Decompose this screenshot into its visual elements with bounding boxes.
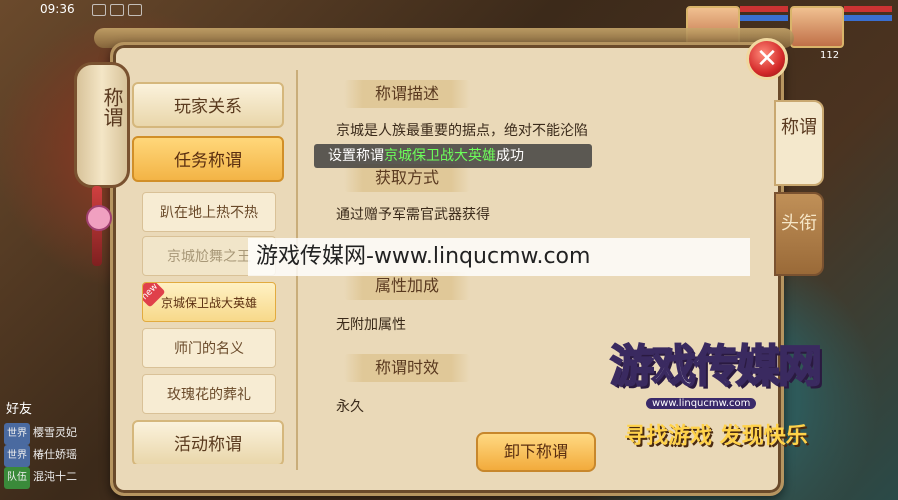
status-icons [92,3,148,16]
close-icon: ✕ [756,44,778,74]
chat-channel-tag: 世界 [4,423,30,445]
notification-icon [110,4,124,16]
player-hp-bar [740,6,788,12]
title-description-text: 京城是人族最重要的据点，绝对不能沦陷 [336,123,588,139]
pet-level: 112 [820,50,840,61]
toast-title-name: 京城保卫战大英雄 [384,148,496,164]
pet-portrait[interactable] [790,6,844,48]
pet-hp-bar [844,6,892,12]
logo-slogan: 寻找游戏 发现快乐 [624,424,808,449]
category-event-titles[interactable]: 活动称谓 [132,420,284,464]
logo-url: www.linqucmw.com [646,398,757,409]
chat-text: 混沌十二 [33,470,77,483]
clock: 09:36 [40,2,75,16]
pet-mp-bar [844,15,892,21]
unequip-title-button[interactable]: 卸下称谓 [476,432,596,472]
title-item[interactable]: 师门的名义 [142,328,276,368]
section-title-attributes: 属性加成 [344,272,470,300]
tab-titles[interactable]: 称谓 [774,100,824,186]
section-title-duration: 称谓时效 [344,354,470,382]
success-toast: 设置称谓京城保卫战大英雄成功 [314,144,592,168]
knot-decoration [86,205,112,231]
toast-suffix: 成功 [496,148,524,164]
chat-line: 世界 樱雪灵妃 [4,422,104,445]
chat-channel-tag: 世界 [4,445,30,467]
chat-panel[interactable]: 世界 樱雪灵妃 世界 椿仕娇瑶 队伍 混沌十二 [4,422,104,489]
section-title-description: 称谓描述 [344,80,470,108]
chat-channel-tag: 队伍 [4,467,30,489]
watermark-banner: 游戏传媒网-www.linqucmw.com [256,244,591,269]
close-button[interactable]: ✕ [746,38,788,80]
title-item[interactable]: 玫瑰花的葬礼 [142,374,276,414]
obtain-method-text: 通过赠予军需官武器获得 [336,207,490,223]
toast-prefix: 设置称谓 [328,148,384,164]
chat-line: 世界 椿仕娇瑶 [4,444,104,467]
category-player-relations[interactable]: 玩家关系 [132,82,284,128]
watermark-logo: 游戏传媒网 www.linqucmw.com 寻找游戏 发现快乐 [609,300,890,450]
friends-button[interactable]: 好友 [6,398,32,417]
chat-line: 队伍 混沌十二 [4,466,104,489]
attribute-bonus-text: 无附加属性 [336,317,406,333]
status-bar: 09:36 [40,0,160,18]
logo-title: 游戏传媒网 [609,340,823,393]
duration-text: 永久 [336,399,364,415]
title-item-label: 京城保卫战大英雄 [160,296,257,310]
player-mp-bar [740,15,788,21]
wifi-icon [128,4,142,16]
chat-text: 椿仕娇瑶 [33,448,77,461]
title-item[interactable]: 趴在地上热不热 [142,192,276,232]
chat-text: 樱雪灵妃 [33,426,77,439]
section-title-obtain: 获取方式 [344,164,470,192]
tab-head-titles[interactable]: 头衔 [774,192,824,276]
category-quest-titles[interactable]: 任务称谓 [132,136,284,182]
notification-icon [92,4,106,16]
title-item-selected[interactable]: 京城保卫战大英雄 new [142,282,276,322]
lantern-title-plate: 称谓 [74,62,130,188]
panel-title: 称谓 [100,87,124,127]
